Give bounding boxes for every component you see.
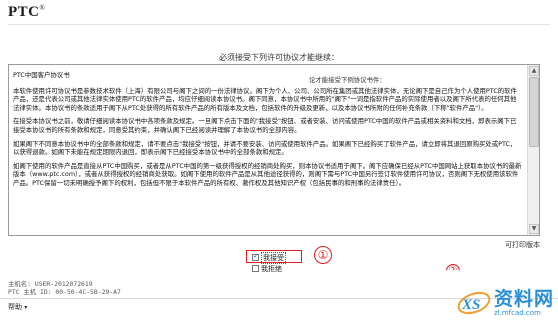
scroll-down-arrow-icon[interactable]: ▼: [529, 224, 539, 234]
scrollbar-thumb[interactable]: [529, 77, 539, 147]
step-2-marker: ②: [446, 264, 460, 271]
paragraph: 在接受本协议书之前，敬请仔细阅读本协议书中各项条款及规定。一旦阁下点击下面的"我…: [13, 117, 517, 134]
license-text: PTC中国客户协议书 本软件使用许可协议书是参数技术软件（上海）有限公司与阁下之…: [9, 65, 526, 235]
license-document[interactable]: PTC中国客户协议书 本软件使用许可协议书是参数技术软件（上海）有限公司与阁下之…: [8, 64, 540, 236]
highlight-box: [246, 250, 302, 263]
watermark: XS 资料网 zl.mfcad.com: [456, 288, 554, 318]
chevron-down-icon: ▾: [24, 304, 28, 311]
watermark-logo-icon: XS: [456, 288, 492, 318]
reject-label[interactable]: 我拒绝: [261, 264, 282, 274]
paragraph: 如阁下使用的软件产品是直接从PTC中国购买，或者是从PTC中国的第一级获得授权的…: [13, 161, 522, 187]
host-info: 主机名: USER-2012072619 PTC 主机 ID: 00-50-4C…: [8, 280, 121, 296]
header-divider: [8, 24, 550, 25]
step-1-marker: ①: [314, 246, 332, 264]
paragraph: 本软件使用许可协议书是参数技术软件（上海）有限公司与阁下之间的一份法律协议。阁下…: [13, 86, 517, 112]
help-menu[interactable]: 帮助 ▾: [8, 302, 27, 312]
host-name-label: 主机名:: [8, 280, 32, 288]
vertical-scrollbar[interactable]: ▲ ▼: [527, 65, 539, 235]
scroll-up-arrow-icon[interactable]: ▲: [529, 66, 539, 76]
host-id-value: 00-50-4C-5B-29-A7: [55, 288, 121, 296]
host-name-value: USER-2012072619: [34, 280, 93, 288]
document-title: PTC中国客户协议书: [13, 71, 70, 79]
help-label[interactable]: 帮助: [8, 303, 22, 311]
ptc-logo: PTC®: [8, 4, 46, 20]
overlay-text: 论才能接受下例协议书件：: [309, 76, 386, 84]
reject-option[interactable]: 我拒绝: [252, 263, 286, 274]
paragraph: 如果阁下不同意本协议书中的全部条款和规定，请不要点击"我接受"按钮，并请不要安装…: [13, 139, 517, 157]
host-id-label: PTC 主机 ID:: [8, 288, 52, 296]
watermark-url: zl.mfcad.com: [493, 309, 541, 317]
reject-checkbox[interactable]: [252, 265, 259, 272]
printable-version-link[interactable]: 可打印版本: [505, 240, 540, 250]
license-prompt: 必须接受下列许可协议才能继续：: [219, 53, 339, 62]
svg-text:XS: XS: [461, 297, 480, 313]
watermark-text: 资料网: [493, 288, 554, 310]
